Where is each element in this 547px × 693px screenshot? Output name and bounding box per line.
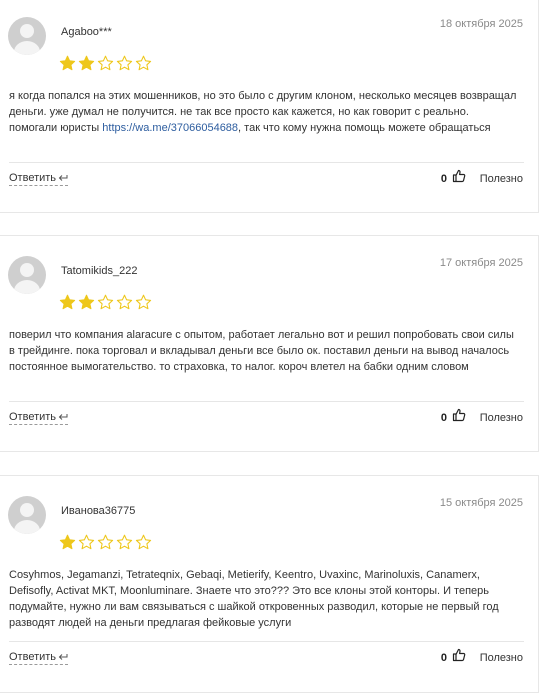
review-date: 17 октября 2025 bbox=[439, 257, 523, 269]
reply-button[interactable]: Ответить bbox=[9, 172, 69, 186]
thumbs-up-icon[interactable] bbox=[452, 648, 466, 662]
review-card: Иванова36775 15 октября 2025 Cosyhmos, J… bbox=[0, 475, 539, 693]
star-filled-icon bbox=[78, 294, 95, 310]
reply-arrow-icon bbox=[58, 175, 68, 181]
reply-button[interactable]: Ответить bbox=[9, 411, 69, 425]
star-empty-icon bbox=[135, 534, 152, 550]
review-card: Agaboo*** 18 октября 2025 я когда попалс… bbox=[0, 0, 539, 213]
star-filled-icon bbox=[59, 294, 76, 310]
reviews-feed: Agaboo*** 18 октября 2025 я когда попалс… bbox=[0, 0, 547, 693]
reply-label: Ответить bbox=[9, 651, 57, 663]
divider bbox=[9, 641, 524, 642]
star-filled-icon bbox=[59, 534, 76, 550]
star-filled-icon bbox=[59, 55, 76, 71]
star-empty-icon bbox=[116, 534, 133, 550]
thumbs-up-icon[interactable] bbox=[452, 169, 466, 183]
divider bbox=[9, 162, 524, 163]
review-date: 15 октября 2025 bbox=[439, 497, 523, 509]
useful-button[interactable]: Полезно bbox=[480, 173, 523, 185]
avatar bbox=[8, 256, 46, 294]
star-filled-icon bbox=[78, 55, 95, 71]
reply-arrow-icon bbox=[58, 654, 68, 660]
star-empty-icon bbox=[116, 55, 133, 71]
review-text: я когда попался на этих мошенников, но э… bbox=[9, 88, 520, 136]
like-count: 0 bbox=[440, 412, 447, 424]
like-count: 0 bbox=[440, 173, 447, 185]
review-text: Cosyhmos, Jegamanzi, Tetrateqnix, Gebaqi… bbox=[9, 569, 499, 629]
divider bbox=[9, 401, 524, 402]
reply-label: Ответить bbox=[9, 172, 57, 184]
star-empty-icon bbox=[135, 294, 152, 310]
star-empty-icon bbox=[97, 55, 114, 71]
star-rating bbox=[59, 294, 152, 311]
star-empty-icon bbox=[116, 294, 133, 310]
review-author: Agaboo*** bbox=[61, 26, 112, 38]
whatsapp-link[interactable]: https://wa.me/37066054688 bbox=[102, 122, 238, 134]
useful-button[interactable]: Полезно bbox=[480, 652, 523, 664]
review-text-part: , так что кому нужна помощь можете обращ… bbox=[238, 122, 491, 134]
avatar bbox=[8, 496, 46, 534]
star-empty-icon bbox=[97, 294, 114, 310]
review-author: Иванова36775 bbox=[61, 505, 136, 517]
reply-arrow-icon bbox=[58, 414, 68, 420]
star-empty-icon bbox=[135, 55, 152, 71]
star-rating bbox=[59, 55, 152, 72]
review-date: 18 октября 2025 bbox=[439, 18, 523, 30]
reply-button[interactable]: Ответить bbox=[9, 651, 69, 665]
like-count: 0 bbox=[440, 652, 447, 664]
thumbs-up-icon[interactable] bbox=[452, 408, 466, 422]
review-card: Tatomikids_222 17 октября 2025 поверил ч… bbox=[0, 235, 539, 452]
star-empty-icon bbox=[78, 534, 95, 550]
avatar bbox=[8, 17, 46, 55]
review-author: Tatomikids_222 bbox=[61, 265, 138, 277]
review-text: поверил что компания alaracure с опытом,… bbox=[9, 329, 514, 373]
star-rating bbox=[59, 534, 152, 551]
useful-button[interactable]: Полезно bbox=[480, 412, 523, 424]
reply-label: Ответить bbox=[9, 411, 57, 423]
star-empty-icon bbox=[97, 534, 114, 550]
